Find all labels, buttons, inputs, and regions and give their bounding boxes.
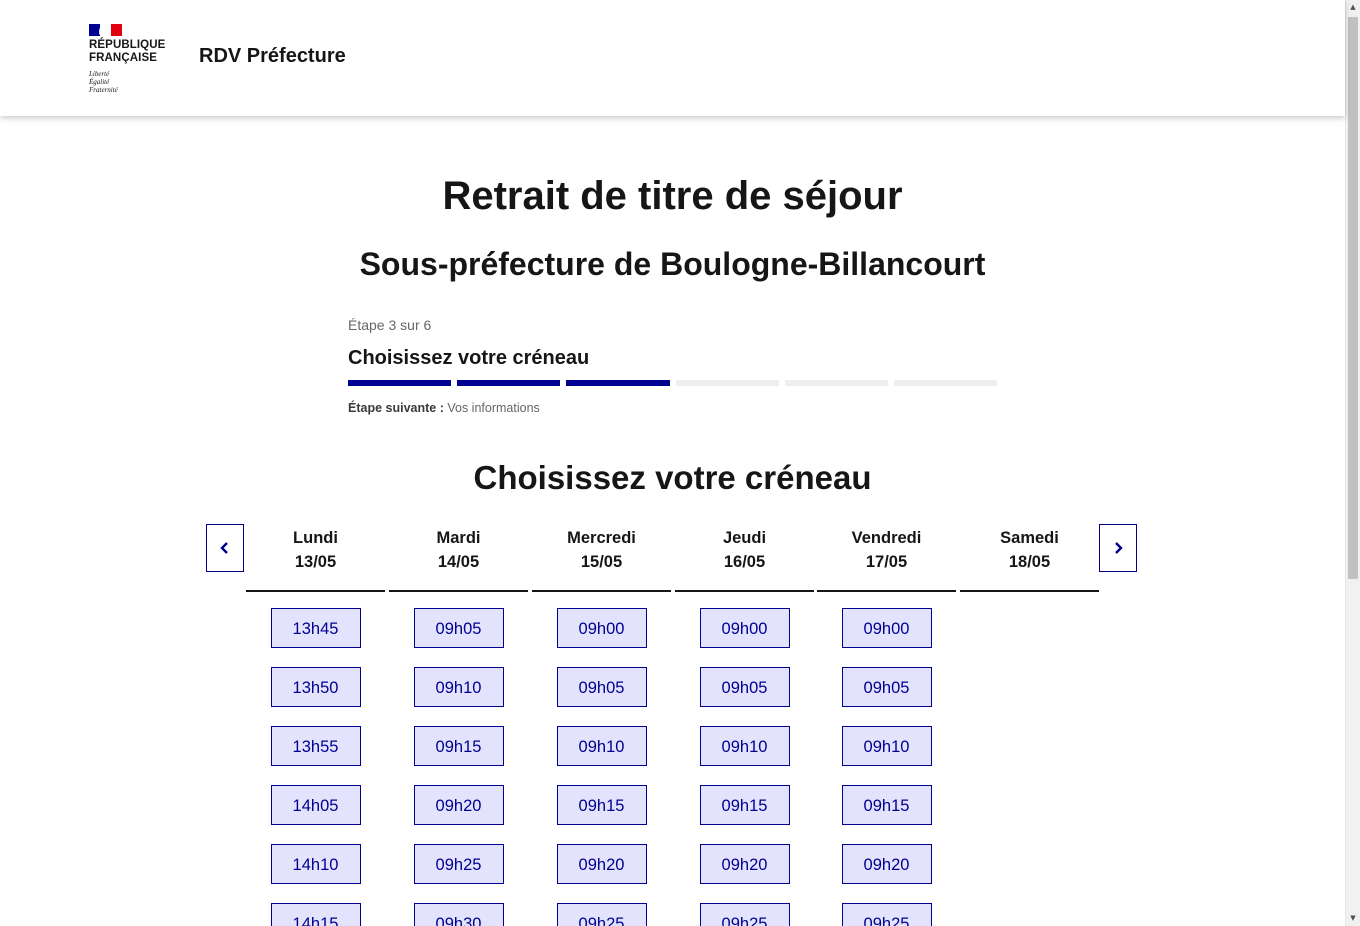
time-slot-button[interactable]: 09h25 [841,903,932,926]
day-header: Jeudi 16/05 [675,524,814,592]
day-name: Samedi [1000,529,1059,547]
slot-list: 13h45 13h50 13h55 14h05 14h10 14h15 [246,592,385,926]
stepper-next-label: Étape suivante : [348,401,444,415]
scroll-down-arrow-icon[interactable]: ▼ [1346,911,1360,926]
day-header: Vendredi 17/05 [817,524,956,592]
time-slot-button[interactable]: 09h15 [413,726,504,766]
stepper-bar-2 [457,380,561,386]
day-column-lundi: Lundi 13/05 13h45 13h50 13h55 14h05 14h10 14h15 [246,524,385,926]
day-name: Vendredi [851,529,922,547]
day-header: Lundi 13/05 [246,524,385,592]
time-slot-button[interactable]: 09h20 [556,844,647,884]
slot-list: 09h00 09h05 09h10 09h15 09h20 09h25 [675,592,814,926]
chevron-left-icon [220,542,228,554]
site-title[interactable]: RDV Préfecture [199,45,346,68]
time-slot-button[interactable]: 14h05 [270,785,361,825]
time-slot-button[interactable]: 09h10 [413,667,504,707]
time-slot-button[interactable]: 09h25 [413,844,504,884]
page-subtitle: Sous-préfecture de Boulogne-Billancourt [359,246,986,282]
time-slot-button[interactable]: 09h15 [699,785,790,825]
vertical-scrollbar[interactable]: ▲ ▼ [1345,0,1360,926]
scroll-thumb[interactable] [1348,17,1358,579]
page-title: Retrait de titre de séjour [442,174,903,218]
french-flag-icon [89,24,122,36]
time-slot-button[interactable]: 09h20 [699,844,790,884]
time-slot-button[interactable]: 14h10 [270,844,361,884]
time-slot-button[interactable]: 13h50 [270,667,361,707]
day-name: Jeudi [722,529,767,547]
stepper-progress [348,380,998,386]
day-date: 17/05 [865,553,908,571]
day-header: Mercredi 15/05 [532,524,671,592]
time-slot-button[interactable]: 09h25 [699,903,790,926]
slot-list: 09h00 09h05 09h10 09h15 09h20 09h25 [532,592,671,926]
time-slot-button[interactable]: 09h10 [556,726,647,766]
time-slot-button[interactable]: 09h00 [556,608,647,648]
day-column-mardi: Mardi 14/05 09h05 09h10 09h15 09h20 09h25 09h30 [389,524,528,926]
time-slot-button[interactable]: 09h15 [556,785,647,825]
time-slot-button[interactable]: 09h30 [413,903,504,926]
stepper-title: Choisissez votre créneau [348,347,590,369]
stepper-next: Étape suivante : Vos informations [348,400,997,416]
devise-label: Liberté Égalité Fraternité [89,70,118,94]
stepper-bar-6 [893,380,998,386]
stepper-bar-1 [348,380,452,386]
day-header: Mardi 14/05 [389,524,528,592]
slot-list: 09h05 09h10 09h15 09h20 09h25 09h30 [389,592,528,926]
republique-francaise-logo[interactable]: RÉPUBLIQUE FRANÇAISE Liberté Égalité Fra… [89,24,179,96]
marianne-icon [99,26,109,35]
time-slot-button[interactable]: 09h05 [699,667,790,707]
time-slot-button[interactable]: 09h25 [556,903,647,926]
chevron-right-icon [1115,542,1123,554]
day-column-mercredi: Mercredi 15/05 09h00 09h05 09h10 09h15 09h20 09… [532,524,671,926]
time-slot-button[interactable]: 09h20 [841,844,932,884]
time-slot-button[interactable]: 09h05 [413,608,504,648]
page: RÉPUBLIQUE FRANÇAISE Liberté Égalité Fra… [0,0,1360,926]
scroll-up-arrow-icon[interactable]: ▲ [1346,0,1360,15]
time-slot-button[interactable]: 09h05 [841,667,932,707]
next-days-button[interactable] [1099,524,1137,572]
time-slot-button[interactable]: 13h55 [270,726,361,766]
stepper-next-value: Vos informations [447,401,540,415]
day-date: 13/05 [294,553,337,571]
time-slot-button[interactable]: 09h10 [841,726,932,766]
previous-days-button[interactable] [206,524,244,572]
time-slot-button[interactable]: 13h45 [270,608,361,648]
time-slot-button[interactable]: 09h00 [841,608,932,648]
day-column-jeudi: Jeudi 16/05 09h00 09h05 09h10 09h15 09h20 09h25 [675,524,814,926]
time-slot-button[interactable]: 09h20 [413,785,504,825]
site-header: RÉPUBLIQUE FRANÇAISE Liberté Égalité Fra… [0,0,1345,116]
time-slot-button[interactable]: 09h05 [556,667,647,707]
slot-list [960,592,1099,608]
day-name: Mardi [436,529,481,547]
day-date: 18/05 [1008,553,1051,571]
day-date: 15/05 [580,553,623,571]
day-date: 14/05 [437,553,480,571]
republique-francaise-label: RÉPUBLIQUE FRANÇAISE [89,39,166,64]
day-name: Mercredi [567,529,636,547]
stepper: Étape 3 sur 6 Choisissez votre créneau É… [348,316,998,416]
stepper-bar-4 [675,380,779,386]
day-column-vendredi: Vendredi 17/05 09h00 09h05 09h10 09h15 09h20 09… [817,524,956,926]
day-header: Samedi 18/05 [960,524,1099,592]
stepper-bar-3 [566,380,670,386]
stepper-state: Étape 3 sur 6 [348,317,432,333]
day-column-samedi: Samedi 18/05 [960,524,1099,608]
time-slot-button[interactable]: 09h00 [699,608,790,648]
time-slot-button[interactable]: 14h15 [270,903,361,926]
day-date: 16/05 [723,553,766,571]
stepper-bar-5 [784,380,888,386]
slot-list: 09h00 09h05 09h10 09h15 09h20 09h25 [817,592,956,926]
section-title: Choisissez votre créneau [473,459,872,496]
time-slot-button[interactable]: 09h10 [699,726,790,766]
time-slot-button[interactable]: 09h15 [841,785,932,825]
day-name: Lundi [293,529,338,547]
